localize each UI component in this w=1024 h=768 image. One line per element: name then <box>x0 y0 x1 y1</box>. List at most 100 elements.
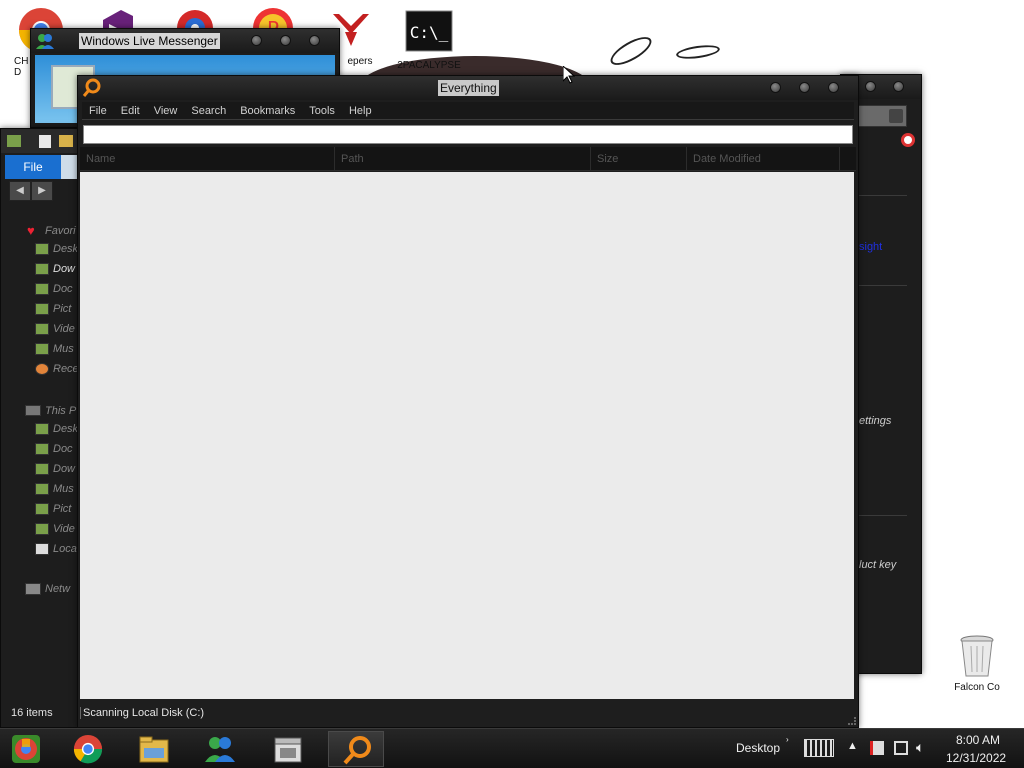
this-pc-item[interactable]: Vide <box>35 523 81 541</box>
favorite-item[interactable]: Rece <box>35 363 81 381</box>
favorite-item[interactable]: Dow <box>35 263 81 281</box>
pictures-folder-icon <box>35 503 49 516</box>
minimize-button[interactable] <box>770 82 781 93</box>
menu-view[interactable]: View <box>147 102 185 120</box>
documents-folder-icon <box>35 443 49 456</box>
divider <box>857 285 907 286</box>
menu-tools[interactable]: Tools <box>302 102 342 120</box>
taskbar-messenger[interactable] <box>192 731 248 767</box>
column-header: Name Path Size Date Modified <box>80 147 856 171</box>
help-icon[interactable] <box>901 133 915 147</box>
videos-folder-icon <box>35 323 49 336</box>
folder-icon[interactable] <box>7 135 21 147</box>
this-pc-item[interactable]: Desk <box>35 423 81 441</box>
messenger-title: Windows Live Messenger <box>79 33 220 49</box>
network-icon[interactable] <box>894 741 908 755</box>
favorites-icon: ♥ <box>27 223 35 238</box>
file-explorer-window[interactable]: File ◀ ▶ ♥ Favori Desk Dow Doc Pict Vide … <box>0 128 82 728</box>
favorite-item[interactable]: Desk <box>35 243 81 261</box>
menu-edit[interactable]: Edit <box>114 102 147 120</box>
favorites-header[interactable]: Favori <box>45 225 81 237</box>
maximize-button[interactable] <box>799 82 810 93</box>
toolbar-chevron-icon[interactable]: › <box>786 735 789 768</box>
close-button[interactable] <box>309 35 320 46</box>
favorite-item[interactable]: Mus <box>35 343 81 361</box>
this-pc-item[interactable]: Mus <box>35 483 81 501</box>
ribbon: File <box>5 155 81 179</box>
close-button[interactable] <box>828 82 839 93</box>
everything-title: Everything <box>438 80 499 96</box>
flag-icon[interactable] <box>870 741 884 755</box>
start-button[interactable] <box>4 731 48 767</box>
link-text[interactable]: sight <box>859 241 882 253</box>
search-icon <box>889 109 903 123</box>
cmd-icon: C:\_ <box>405 10 453 58</box>
file-tab[interactable]: File <box>5 155 61 179</box>
messenger-icon <box>204 734 236 764</box>
taskbar-file-explorer[interactable] <box>126 731 182 767</box>
keyboard-icon[interactable] <box>804 739 834 757</box>
recent-icon <box>35 363 49 376</box>
back-button[interactable]: ◀ <box>9 181 31 201</box>
documents-folder-icon <box>35 283 49 296</box>
desktop-folder-icon <box>35 423 49 436</box>
volume-icon[interactable]: 🔈︎ <box>916 739 924 768</box>
network-icon <box>25 583 41 595</box>
settings-link[interactable]: ettings <box>859 415 891 427</box>
desktop-icon-cmd[interactable]: C:\_ 2PACALYPSE <box>394 10 464 71</box>
wallpaper-feather <box>675 42 721 62</box>
close-button[interactable] <box>893 81 904 92</box>
column-path[interactable]: Path <box>335 147 591 171</box>
product-key-link[interactable]: luct key <box>859 559 896 571</box>
forward-button[interactable]: ▶ <box>31 181 53 201</box>
divider <box>857 515 907 516</box>
everything-titlebar[interactable]: Everything <box>78 76 858 100</box>
favorite-item[interactable]: Pict <box>35 303 81 321</box>
messenger-icon <box>36 33 54 52</box>
favorite-item[interactable]: Doc <box>35 283 81 301</box>
chrome-icon <box>72 734 104 764</box>
this-pc-item[interactable]: Dow <box>35 463 81 481</box>
menu-file[interactable]: File <box>82 102 114 120</box>
messenger-titlebar[interactable]: Windows Live Messenger <box>31 29 339 53</box>
taskbar: Desktop › ▲ 🔈︎ 8:00 AM 12/31/2022 <box>0 728 1024 768</box>
status-bar: Scanning Local Disk (C:) <box>78 701 858 727</box>
this-pc-item[interactable]: Pict <box>35 503 81 521</box>
search-input[interactable] <box>83 125 853 144</box>
desktop-icon-recycle-bin[interactable]: Falcon Co <box>942 632 1012 693</box>
favorite-item[interactable]: Vide <box>35 323 81 341</box>
column-date-modified[interactable]: Date Modified <box>687 147 840 171</box>
maximize-button[interactable] <box>280 35 291 46</box>
column-name[interactable]: Name <box>80 147 335 171</box>
this-pc-item[interactable]: Doc <box>35 443 81 461</box>
taskbar-store[interactable] <box>260 731 316 767</box>
quick-access-toolbar <box>1 129 81 153</box>
magnifier-icon <box>341 735 373 765</box>
taskbar-chrome[interactable] <box>60 731 116 767</box>
results-list[interactable] <box>80 172 854 699</box>
maximize-button[interactable] <box>865 81 876 92</box>
properties-icon[interactable] <box>39 135 51 148</box>
column-size[interactable]: Size <box>591 147 687 171</box>
desktop-toolbar-label[interactable]: Desktop <box>736 741 780 768</box>
search-input[interactable] <box>855 105 907 127</box>
show-hidden-icons-button[interactable]: ▲ <box>847 740 858 768</box>
new-folder-icon[interactable] <box>59 135 73 147</box>
wallpaper-feather <box>606 31 656 71</box>
this-pc-header[interactable]: This P <box>45 405 81 417</box>
resize-grip[interactable] <box>848 717 856 725</box>
music-folder-icon <box>35 343 49 356</box>
menu-bookmarks[interactable]: Bookmarks <box>233 102 302 120</box>
menu-bar: File Edit View Search Bookmarks Tools Help <box>82 102 854 120</box>
menu-help[interactable]: Help <box>342 102 379 120</box>
minimize-button[interactable] <box>251 35 262 46</box>
music-folder-icon <box>35 483 49 496</box>
downloads-folder-icon <box>35 263 49 276</box>
everything-window[interactable]: Everything File Edit View Search Bookmarks To… <box>77 75 859 728</box>
clock-date[interactable]: 12/31/2022 <box>946 751 1006 768</box>
network-item[interactable]: Netw <box>45 583 81 595</box>
local-disk-icon <box>35 543 49 556</box>
menu-search[interactable]: Search <box>184 102 233 120</box>
taskbar-everything[interactable] <box>328 731 384 767</box>
this-pc-item[interactable]: Loca <box>35 543 81 561</box>
